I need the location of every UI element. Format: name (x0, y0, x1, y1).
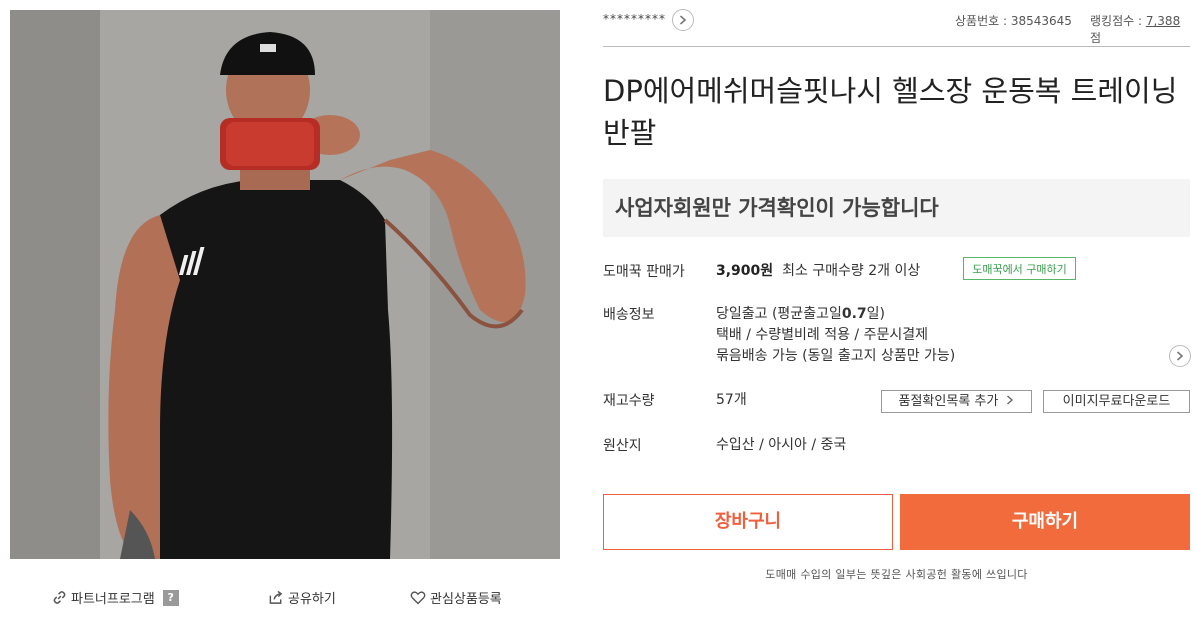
shipping-label: 배송정보 (603, 307, 655, 323)
add-soldout-watch-button[interactable]: 품절확인목록 추가 (881, 390, 1032, 413)
shipping-values: 당일출고 (평균출고일0.7일) 택배 / 수량별비례 적용 / 주문시결제 묶… (716, 304, 955, 367)
min-quantity: 최소 구매수량 2개 이상 (782, 263, 921, 279)
shipping-detail-button[interactable] (1169, 345, 1191, 367)
add-to-cart-button[interactable]: 장바구니 (603, 494, 893, 550)
product-title: DP에어메쉬머슬핏나시 헬스장 운동복 트레이닝 반팔 (603, 74, 1178, 150)
favorite-link[interactable]: 관심상품등록 (410, 588, 502, 607)
add-soldout-watch-label: 품절확인목록 추가 (898, 394, 999, 409)
avg-dispatch-days: 0.7 (841, 306, 867, 322)
ranking-label: 랭킹점수 : (1090, 14, 1146, 28)
share-icon (269, 590, 283, 604)
chevron-right-icon (679, 15, 687, 25)
price-values: 3,900원 최소 구매수량 2개 이상 (716, 261, 920, 282)
price-label: 도매꾹 판매가 (603, 264, 685, 280)
shipping-line-1: 당일출고 (평균출고일0.7일) (716, 304, 955, 325)
free-image-download-button[interactable]: 이미지무료다운로드 (1043, 390, 1190, 413)
price-value: 3,900원 (716, 263, 774, 279)
stock-value: 57개 (716, 392, 747, 408)
partner-program-link[interactable]: 파트너프로그램 ? (52, 588, 179, 607)
chevron-right-icon (1007, 395, 1014, 405)
help-badge[interactable]: ? (162, 589, 179, 606)
product-header-bar: ********* 상품번호 : 38543645 랭킹점수 : 7,388 점 (603, 8, 1190, 47)
buy-at-domeggook-button[interactable]: 도매꾹에서 구매하기 (963, 257, 1076, 280)
social-contribution-note: 도매매 수입의 일부는 뜻깊은 사회공헌 활동에 쓰입니다 (765, 568, 1028, 581)
shipping-line-1-prefix: 당일출고 (평균출고일 (716, 306, 842, 322)
origin-value: 수입산 / 아시아 / 중국 (716, 437, 847, 453)
share-label: 공유하기 (288, 592, 336, 607)
stock-label: 재고수량 (603, 393, 655, 409)
ranking-value[interactable]: 7,388 (1146, 14, 1180, 28)
shipping-line-1-suffix: 일) (866, 306, 885, 322)
chevron-right-icon (1176, 351, 1184, 361)
origin-label: 원산지 (603, 438, 642, 454)
seller-link-button[interactable] (672, 9, 694, 31)
photo-actions: 파트너프로그램 ? 공유하기 관심상품등록 (10, 588, 560, 612)
favorite-label: 관심상품등록 (430, 592, 502, 607)
share-link[interactable]: 공유하기 (268, 588, 336, 607)
business-member-notice: 사업자회원만 가격확인이 가능합니다 (603, 179, 1190, 237)
buy-now-button[interactable]: 구매하기 (900, 494, 1190, 550)
product-number: 상품번호 : 38543645 (955, 14, 1072, 28)
shipping-line-2: 택배 / 수량별비례 적용 / 주문시결제 (716, 327, 929, 343)
heart-icon (410, 591, 426, 605)
ranking-score: 랭킹점수 : 7,388 점 (1090, 12, 1190, 46)
shipping-line-3: 묶음배송 가능 (동일 출고지 상품만 가능) (716, 348, 956, 364)
product-image (10, 10, 560, 559)
seller-name[interactable]: ********* (603, 12, 666, 26)
ranking-unit: 점 (1090, 31, 1102, 45)
partner-program-label: 파트너프로그램 (71, 592, 155, 607)
link-icon (53, 591, 66, 604)
product-photo-illustration (10, 10, 560, 559)
